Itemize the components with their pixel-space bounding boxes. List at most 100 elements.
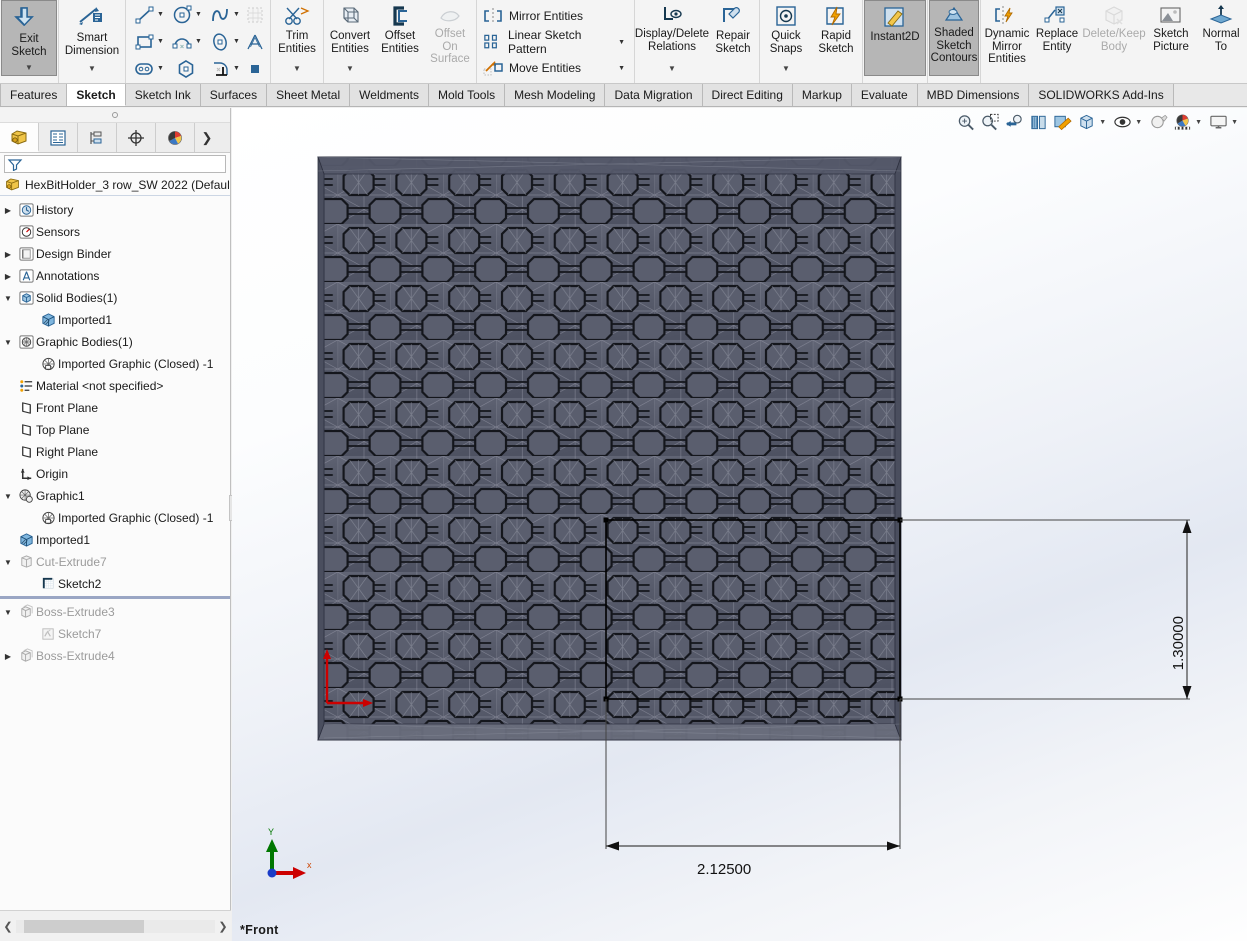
move-entities-button[interactable]: Move Entities ▼ [482, 55, 631, 81]
display-manager-tab[interactable] [156, 123, 195, 152]
tree-node-imported1[interactable]: Imported1 [0, 309, 230, 331]
line-tool-caret[interactable]: ▼ [157, 11, 164, 18]
instant2d-button[interactable]: Instant2D [864, 0, 926, 76]
vertical-dimension[interactable] [900, 519, 1192, 700]
point-tool[interactable] [244, 55, 266, 82]
model-and-sketch-svg[interactable] [232, 108, 1247, 941]
tree-node-boss-extrude3[interactable]: ▼ Boss-Extrude3 [0, 601, 230, 623]
tab-solidworks-add-ins[interactable]: SOLIDWORKS Add-Ins [1029, 84, 1174, 106]
tree-node-imported-graphic-closed-1[interactable]: Imported Graphic (Closed) -1 [0, 353, 230, 375]
tree-node-sketch7[interactable]: Sketch7 [0, 623, 230, 645]
convert-entities-caret[interactable]: ▼ [346, 64, 354, 76]
sketch-fillet-tool-caret[interactable]: ▼ [233, 65, 240, 72]
tab-mesh-modeling[interactable]: Mesh Modeling [505, 84, 606, 106]
pin-icon[interactable] [112, 112, 118, 118]
rapid-sketch-button[interactable]: Rapid Sketch [811, 0, 861, 76]
offset-entities-button[interactable]: Offset Entities [375, 0, 425, 76]
property-manager-tab[interactable] [39, 123, 78, 152]
collapse-arrow-icon[interactable]: ▼ [0, 492, 16, 501]
tab-weldments[interactable]: Weldments [350, 84, 429, 106]
mirror-entities-button[interactable]: Mirror Entities [482, 3, 631, 29]
expand-arrow-icon[interactable]: ▶ [0, 652, 16, 661]
sketch-fillet-tool[interactable]: ▼ [206, 55, 244, 82]
collapse-arrow-icon[interactable]: ▼ [0, 558, 16, 567]
trim-entities-button[interactable]: Trim Entities ▼ [272, 0, 322, 76]
configuration-manager-tab[interactable] [78, 123, 117, 152]
circle-tool[interactable]: ▼ [168, 1, 206, 28]
shaded-sketch-contours-button[interactable]: Shaded Sketch Contours [929, 0, 979, 76]
tree-node-imported1[interactable]: Imported1 [0, 529, 230, 551]
dimxpert-manager-tab[interactable] [117, 123, 156, 152]
tab-surfaces[interactable]: Surfaces [200, 84, 268, 106]
expand-arrow-icon[interactable]: ▶ [0, 272, 16, 281]
tree-node-sensors[interactable]: Sensors [0, 221, 230, 243]
sketch-text-tool[interactable] [244, 28, 266, 55]
exit-sketch-caret[interactable]: ▼ [25, 63, 33, 75]
normal-to-button[interactable]: Normal To [1196, 0, 1246, 76]
horizontal-dimension-value[interactable]: 2.12500 [697, 861, 751, 878]
scroll-track[interactable] [16, 919, 215, 933]
tab-data-migration[interactable]: Data Migration [605, 84, 703, 106]
tree-node-graphic1[interactable]: ▼ Graphic1 [0, 485, 230, 507]
tab-direct-editing[interactable]: Direct Editing [702, 84, 793, 106]
rectangle-tool[interactable]: ▼ [130, 28, 168, 55]
replace-entity-button[interactable]: Replace Entity [1032, 0, 1082, 76]
collapse-arrow-icon[interactable]: ▼ [0, 294, 16, 303]
spline-tool[interactable]: ▼ [206, 1, 244, 28]
tree-node-top-plane[interactable]: Top Plane [0, 419, 230, 441]
exit-sketch-button[interactable]: Exit Sketch ▼ [1, 0, 57, 76]
convert-entities-button[interactable]: Convert Entities ▼ [325, 0, 375, 76]
linear-sketch-pattern-caret[interactable]: ▼ [618, 39, 631, 46]
dynamic-mirror-entities-button[interactable]: Dynamic Mirror Entities [982, 0, 1032, 76]
tree-node-solid-bodies-1[interactable]: ▼ Solid Bodies(1) [0, 287, 230, 309]
tree-node-imported-graphic-closed-1[interactable]: Imported Graphic (Closed) -1 [0, 507, 230, 529]
tree-node-origin[interactable]: Origin [0, 463, 230, 485]
smart-dimension-caret[interactable]: ▼ [88, 64, 96, 76]
circle-tool-caret[interactable]: ▼ [195, 11, 202, 18]
expand-arrow-icon[interactable]: ▶ [0, 250, 16, 259]
collapse-arrow-icon[interactable]: ▼ [0, 338, 16, 347]
quick-snaps-caret[interactable]: ▼ [782, 64, 790, 76]
tab-evaluate[interactable]: Evaluate [851, 84, 918, 106]
display-delete-relations-button[interactable]: Display/Delete Relations ▼ [635, 0, 709, 76]
arc-tool-caret[interactable]: ▼ [195, 38, 202, 45]
tree-node-right-plane[interactable]: Right Plane [0, 441, 230, 463]
quick-snaps-button[interactable]: Quick Snaps ▼ [761, 0, 811, 76]
tree-node-graphic-bodies-1[interactable]: ▼ Graphic Bodies(1) [0, 331, 230, 353]
tree-node-annotations[interactable]: ▶ Annotations [0, 265, 230, 287]
expand-arrow-icon[interactable]: ▶ [0, 206, 16, 215]
rectangle-tool-caret[interactable]: ▼ [157, 38, 164, 45]
vertical-dimension-value[interactable]: 1.30000 [1170, 616, 1187, 670]
tab-markup[interactable]: Markup [792, 84, 852, 106]
smart-dimension-button[interactable]: Smart Dimension ▼ [60, 0, 124, 76]
scroll-right-arrow[interactable]: ❯ [215, 920, 231, 933]
trim-entities-caret[interactable]: ▼ [293, 64, 301, 76]
scroll-thumb[interactable] [24, 919, 144, 933]
tree-node-sketch2[interactable]: Sketch2 [0, 573, 230, 595]
tab-features[interactable]: Features [0, 84, 68, 106]
arc-tool[interactable]: ▼ [168, 28, 206, 55]
line-tool[interactable]: ▼ [130, 1, 168, 28]
tree-node-boss-extrude4[interactable]: ▶ Boss-Extrude4 [0, 645, 230, 667]
tree-node-design-binder[interactable]: ▶ Design Binder [0, 243, 230, 265]
tree-node-cut-extrude7[interactable]: ▼ Cut-Extrude7 [0, 551, 230, 573]
display-delete-relations-caret[interactable]: ▼ [668, 64, 676, 76]
graphics-area[interactable]: ▼ ▼ ▼ ▼ 1.30000 2.12500 Y x *Front [232, 108, 1247, 941]
tab-sheet-metal[interactable]: Sheet Metal [267, 84, 351, 106]
polygon-tool[interactable] [168, 55, 206, 82]
tree-node-front-plane[interactable]: Front Plane [0, 397, 230, 419]
tab-sketch-ink[interactable]: Sketch Ink [125, 84, 201, 106]
repair-sketch-button[interactable]: Repair Sketch [708, 0, 758, 76]
move-entities-caret[interactable]: ▼ [618, 65, 631, 72]
sketch-picture-button[interactable]: Sketch Picture [1146, 0, 1196, 76]
slot-tool-caret[interactable]: ▼ [157, 65, 164, 72]
tab-mold-tools[interactable]: Mold Tools [428, 84, 506, 106]
ellipse-tool[interactable]: ▼ [206, 28, 244, 55]
tree-filter-input[interactable] [23, 157, 225, 171]
scroll-left-arrow[interactable]: ❮ [0, 920, 16, 933]
feature-manager-tab[interactable] [0, 123, 39, 152]
linear-sketch-pattern-button[interactable]: Linear Sketch Pattern ▼ [482, 28, 631, 56]
slot-tool[interactable]: ▼ [130, 55, 168, 82]
tree-horizontal-scrollbar[interactable]: ❮ ❯ [0, 910, 231, 941]
tree-node-material-not-specified[interactable]: Material <not specified> [0, 375, 230, 397]
